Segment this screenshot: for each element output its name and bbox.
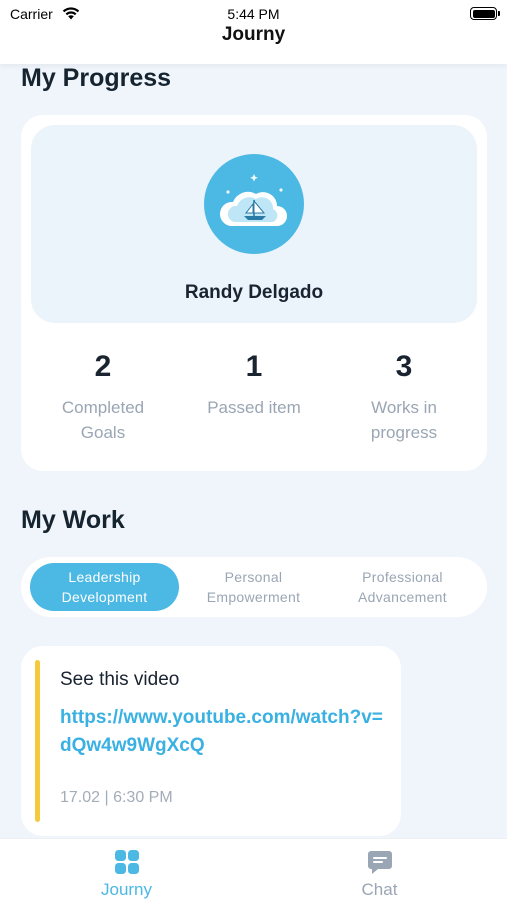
nav-title: Journy [221,24,286,45]
top-bar: Carrier 5:44 PM Journy [0,0,507,64]
stat-works-in-progress: 3 Works in progress [329,347,479,445]
work-item-card[interactable]: See this video https://www.youtube.com/w… [21,646,401,836]
grid-icon [115,850,139,874]
stat-value: 2 [94,350,112,383]
stat-completed-goals: 2 Completed Goals [28,347,178,445]
status-time: 5:44 PM [227,6,280,22]
profile-box: Randy Delgado [31,125,477,323]
accent-bar [35,660,40,822]
bottom-tab-bar: Journy Chat [0,838,507,900]
tab-leadership-development[interactable]: Leadership Development [30,563,179,611]
stat-label: Works in progress [370,398,438,442]
progress-section-title: My Progress [21,64,172,92]
tabbar-label: Chat [361,880,398,899]
stat-label: Completed Goals [61,398,145,442]
stat-value: 1 [245,350,263,383]
tab-personal-empowerment[interactable]: Personal Empowerment [179,563,328,611]
stat-passed-item: 1 Passed item [179,347,329,420]
profile-name: Randy Delgado [184,282,324,303]
work-category-tabs: Leadership Development Personal Empowerm… [21,557,487,617]
tabbar-label: Journy [100,880,153,899]
stat-label: Passed item [207,398,301,417]
work-item-timestamp: 17.02 | 6:30 PM [60,789,173,806]
work-item-title: See this video [60,669,180,690]
tab-professional-advancement[interactable]: Professional Advancement [328,563,477,611]
tabbar-item-chat[interactable]: Chat [253,839,506,900]
tabbar-item-journy[interactable]: Journy [0,839,253,900]
work-section-title: My Work [21,506,125,534]
avatar[interactable] [204,154,304,254]
video-link[interactable]: https://www.youtube.com/watch?v=dQw4w9Wg… [60,704,390,760]
battery-icon [470,7,500,20]
stat-value: 3 [395,350,413,383]
progress-card: Randy Delgado 2 Completed Goals 1 Passed… [21,115,487,471]
cloud-sailboat-icon [219,174,287,226]
chat-icon [368,851,392,874]
